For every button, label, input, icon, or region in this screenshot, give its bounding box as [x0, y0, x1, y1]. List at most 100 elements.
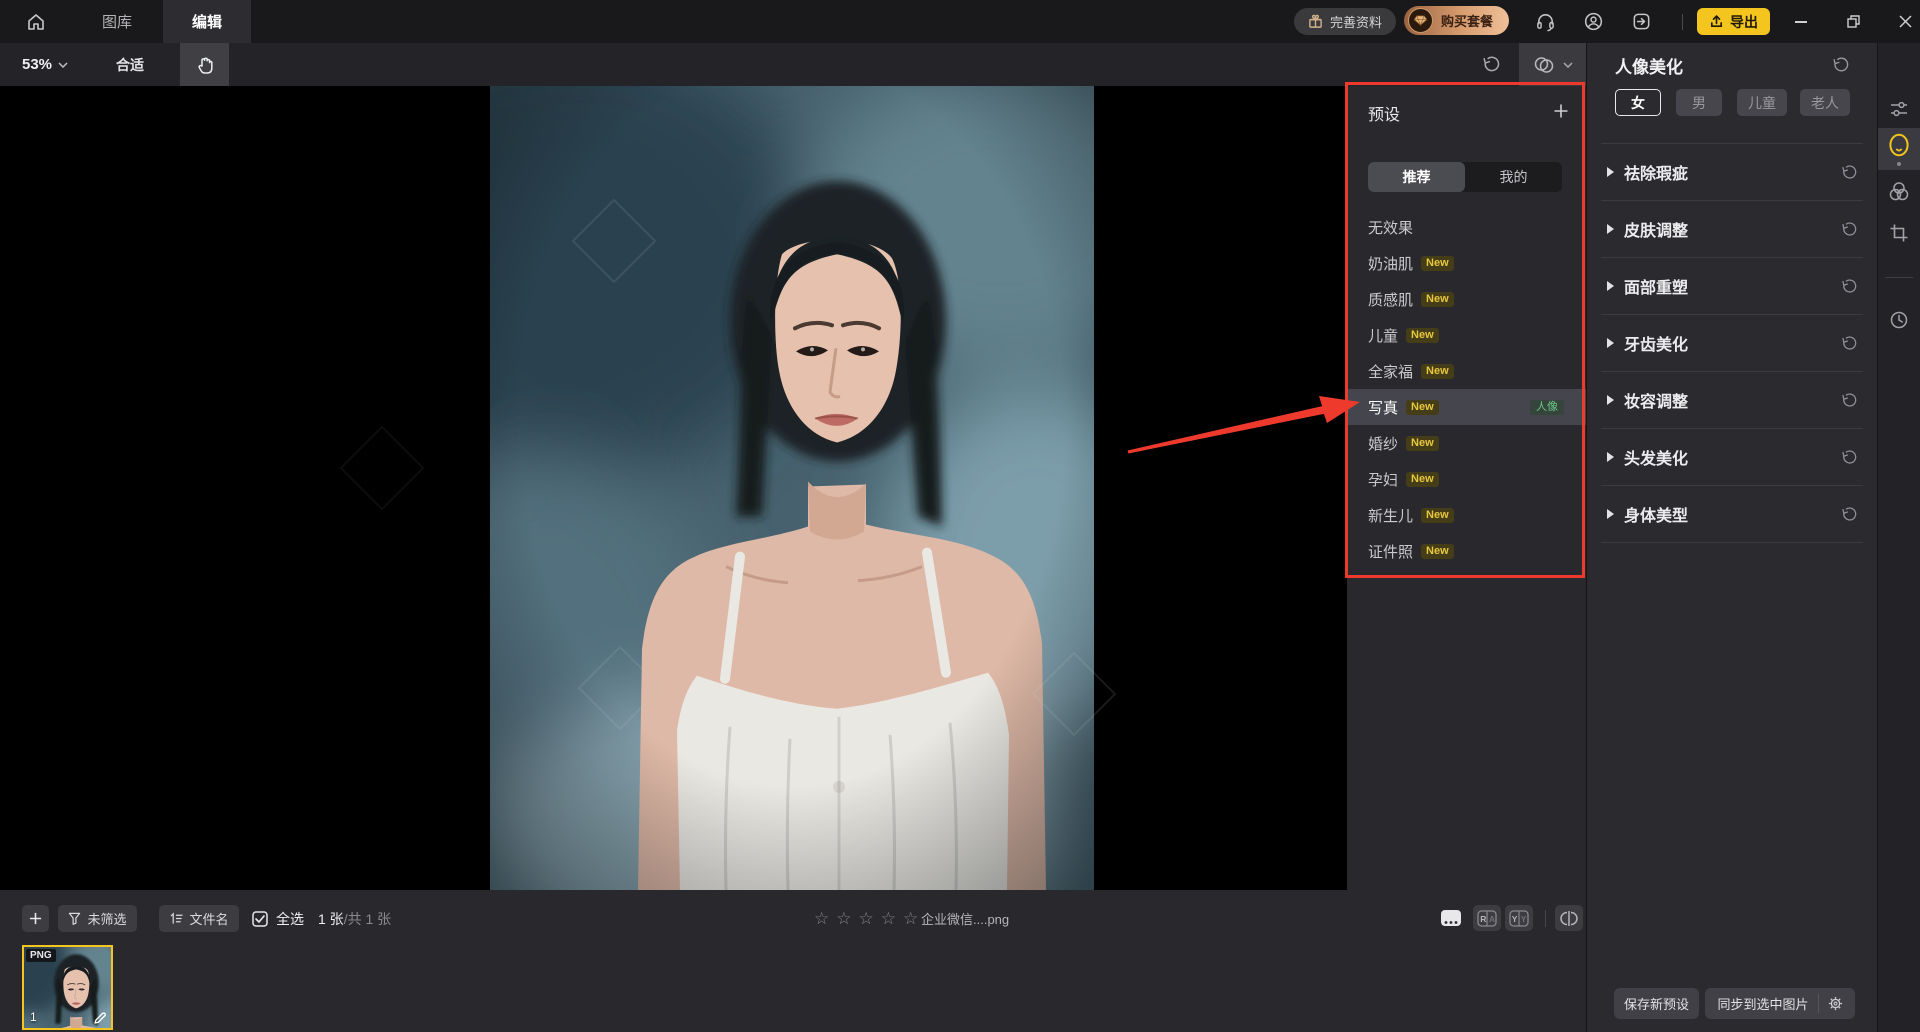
clock-icon — [1889, 310, 1909, 330]
panel-reset-button[interactable] — [1827, 52, 1853, 78]
preset-id-photo[interactable]: 证件照New — [1347, 533, 1586, 569]
support-button[interactable] — [1530, 8, 1560, 35]
minimize-button[interactable] — [1778, 0, 1824, 43]
section-reset-button[interactable] — [1840, 449, 1857, 466]
export-button[interactable]: 导出 — [1697, 8, 1770, 35]
filter-button[interactable]: 未筛选 — [58, 905, 137, 932]
add-image-button[interactable] — [22, 905, 49, 932]
star-icon[interactable] — [836, 910, 851, 927]
account-button[interactable] — [1578, 8, 1608, 35]
save-new-preset-button[interactable]: 保存新预设 — [1614, 988, 1699, 1019]
undo-icon — [1481, 55, 1500, 74]
filmstrip-view-button[interactable] — [1437, 905, 1465, 931]
gender-elder-button[interactable]: 老人 — [1800, 89, 1850, 116]
plus-icon — [29, 912, 42, 925]
headphones-icon — [1535, 11, 1556, 32]
preset-texture-skin[interactable]: 质感肌New — [1347, 281, 1586, 317]
gear-icon[interactable] — [1828, 996, 1843, 1011]
close-button[interactable] — [1882, 0, 1920, 43]
tab-edit[interactable]: 编辑 — [163, 0, 251, 43]
zoom-level-control[interactable]: 53% — [16, 43, 74, 86]
preset-tab-mine[interactable]: 我的 — [1465, 162, 1562, 192]
current-filename: 企业微信....png — [921, 905, 1009, 932]
svg-text:Y: Y — [1512, 914, 1518, 924]
preset-newborn[interactable]: 新生儿New — [1347, 497, 1586, 533]
reset-icon — [1840, 392, 1857, 409]
section-skin-adjust[interactable]: 皮肤调整 — [1601, 201, 1863, 258]
section-reset-button[interactable] — [1840, 392, 1857, 409]
section-reset-button[interactable] — [1840, 506, 1857, 523]
filters-tool[interactable] — [1878, 177, 1920, 205]
active-tool-dot — [1897, 162, 1901, 166]
fit-view-button[interactable]: 合适 — [108, 43, 152, 86]
sort-by-filename-button[interactable]: 文件名 — [159, 905, 239, 932]
star-icon[interactable] — [859, 910, 874, 927]
section-teeth-beautify[interactable]: 牙齿美化 — [1601, 315, 1863, 372]
section-blemish-removal[interactable]: 祛除瑕疵 — [1601, 143, 1863, 201]
star-icon[interactable] — [881, 910, 896, 927]
preset-compare-button[interactable] — [1519, 43, 1586, 86]
adjustments-tool[interactable] — [1878, 95, 1920, 123]
caret-right-icon — [1607, 338, 1614, 348]
preset-tab-recommended[interactable]: 推荐 — [1368, 162, 1465, 192]
face-icon — [1886, 132, 1912, 162]
caret-right-icon — [1607, 452, 1614, 462]
purchase-plan-button[interactable]: 购买套餐 — [1404, 6, 1509, 35]
tab-gallery[interactable]: 图库 — [82, 0, 152, 43]
compare-raw-button[interactable]: R A — [1473, 905, 1501, 931]
reset-icon — [1840, 449, 1857, 466]
preset-no-effect[interactable]: 无效果 — [1347, 209, 1586, 245]
section-reset-button[interactable] — [1840, 278, 1857, 295]
section-reset-button[interactable] — [1840, 335, 1857, 352]
crop-tool[interactable] — [1878, 219, 1920, 247]
checkbox-checked-icon — [252, 911, 268, 927]
star-rating[interactable] — [814, 905, 918, 932]
caret-right-icon — [1607, 224, 1614, 234]
home-icon — [25, 11, 47, 33]
add-preset-button[interactable] — [1549, 99, 1573, 123]
section-reset-button[interactable] — [1840, 164, 1857, 181]
complete-profile-button[interactable]: 完善资料 — [1294, 8, 1396, 35]
star-icon[interactable] — [903, 910, 918, 927]
export-icon — [1709, 14, 1724, 29]
section-body-shape[interactable]: 身体美型 — [1601, 486, 1863, 543]
reset-icon — [1840, 164, 1857, 181]
edit-toolbar — [0, 43, 1586, 86]
new-badge: New — [1406, 436, 1439, 451]
crop-icon — [1889, 223, 1909, 243]
section-makeup-adjust[interactable]: 妆容调整 — [1601, 372, 1863, 429]
image-thumbnail-selected[interactable]: PNG 1 — [22, 945, 113, 1030]
section-face-reshape[interactable]: 面部重塑 — [1601, 258, 1863, 315]
restore-button[interactable] — [1830, 0, 1876, 43]
reset-edits-button[interactable] — [1472, 43, 1508, 86]
preset-portrait-selected[interactable]: 写真 New 人像 — [1347, 389, 1586, 425]
collapse-to-tray-button[interactable] — [1626, 8, 1656, 35]
preset-child[interactable]: 儿童New — [1347, 317, 1586, 353]
section-reset-button[interactable] — [1840, 221, 1857, 238]
funnel-icon — [68, 912, 81, 925]
tool-rail — [1877, 43, 1920, 1032]
preset-cream-skin[interactable]: 奶油肌New — [1347, 245, 1586, 281]
sync-to-selected-button[interactable]: 同步到选中图片 — [1705, 988, 1855, 1019]
preset-pregnant[interactable]: 孕妇New — [1347, 461, 1586, 497]
preset-family[interactable]: 全家福New — [1347, 353, 1586, 389]
overlap-circles-icon — [1533, 56, 1555, 74]
caret-right-icon — [1607, 509, 1614, 519]
section-hair-beautify[interactable]: 头发美化 — [1601, 429, 1863, 486]
portrait-tag: 人像 — [1530, 400, 1564, 415]
gender-male-button[interactable]: 男 — [1676, 89, 1722, 116]
photo-preview[interactable] — [490, 86, 1094, 890]
select-all-control[interactable]: 全选 — [252, 905, 304, 932]
star-icon[interactable] — [814, 910, 829, 927]
photo-editor-window: 图库 编辑 完善资料 购买套餐 — [0, 0, 1920, 1032]
hand-tool-button[interactable] — [180, 43, 229, 86]
split-view-button[interactable] — [1555, 905, 1583, 931]
preset-wedding[interactable]: 婚纱New — [1347, 425, 1586, 461]
compare-edited-button[interactable]: Y Y — [1505, 905, 1533, 931]
chevron-down-icon — [58, 62, 68, 68]
chevron-down-icon — [1563, 62, 1573, 68]
home-button[interactable] — [18, 8, 54, 36]
history-tool[interactable] — [1878, 306, 1920, 334]
gender-child-button[interactable]: 儿童 — [1737, 89, 1787, 116]
gender-female-button[interactable]: 女 — [1615, 89, 1661, 116]
